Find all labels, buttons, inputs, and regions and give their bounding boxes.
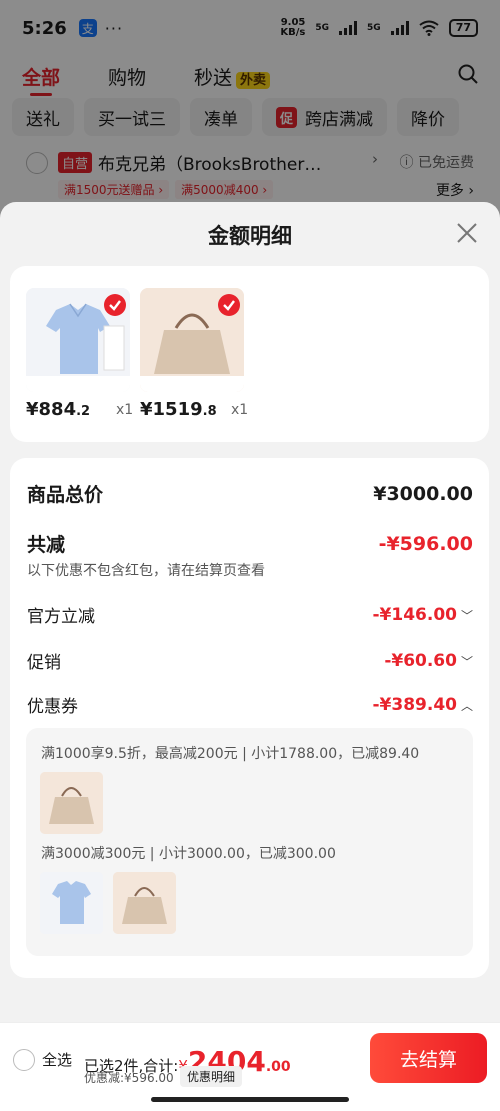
coupon-label: 优惠券 (27, 697, 78, 717)
home-indicator (151, 1097, 349, 1102)
total-row: 商品总价 ¥3000.00 (27, 480, 473, 507)
promotion-label: 促销 (27, 653, 61, 673)
checkout-bar: 全选 已选2件,合计:¥2404.00 优惠减:¥596.00 优惠明细 去结算 (0, 1022, 500, 1111)
coupon-rule-1: 满1000享9.5折，最高减200元 | 小计1788.00，已减89.40 (41, 746, 420, 762)
product-qty-bag: x1 (231, 402, 249, 418)
chevron-up-icon: ︿ (460, 698, 473, 713)
select-all-radio[interactable] (13, 1049, 35, 1071)
coupon-1-bag-thumb (40, 772, 103, 834)
amount-detail-sheet: 金额明细 ¥884.2 x1 ¥1519.8 x1 商品总价 ¥3000.00 … (0, 202, 500, 1111)
coupon-detail-box: 满1000享9.5折，最高减200元 | 小计1788.00，已减89.40 满… (26, 728, 473, 956)
reduce-label: 共减 (27, 534, 66, 556)
close-icon[interactable] (456, 222, 478, 244)
amount-detail-card: 商品总价 ¥3000.00 共减 -¥596.00 以下优惠不包含红包，请在结算… (10, 458, 489, 978)
total-label: 商品总价 (27, 484, 104, 506)
sheet-title: 金额明细 (208, 224, 292, 248)
promotion-row[interactable]: 促销 -¥60.60 ﹀ (27, 648, 473, 674)
promotion-value: -¥60.60 ﹀ (384, 650, 473, 671)
official-discount-value: -¥146.00 ﹀ (372, 604, 473, 625)
coupon-2-shirt-thumb (40, 872, 103, 934)
official-discount-label: 官方立减 (27, 607, 95, 627)
checkout-button[interactable]: 去结算 (370, 1033, 487, 1083)
official-discount-row[interactable]: 官方立减 -¥146.00 ﹀ (27, 602, 473, 628)
chevron-down-icon: ﹀ (460, 654, 473, 669)
product-price-shirt: ¥884.2 (26, 399, 91, 420)
saved-amount: 优惠减:¥596.00 (84, 1071, 174, 1085)
chevron-down-icon: ﹀ (460, 608, 473, 623)
coupon-2-bag-thumb (113, 872, 176, 934)
total-value: ¥3000.00 (373, 482, 473, 505)
discount-detail-button[interactable]: 优惠明细 (180, 1066, 243, 1087)
products-card: ¥884.2 x1 ¥1519.8 x1 (10, 266, 489, 442)
product-image-bag[interactable] (140, 288, 244, 392)
product-qty-shirt: x1 (116, 402, 134, 418)
product-image-shirt[interactable] (26, 288, 130, 392)
product-price-bag: ¥1519.8 (140, 399, 217, 420)
reduce-value: -¥596.00 (378, 532, 473, 555)
coupon-rule-2: 满3000减300元 | 小计3000.00，已减300.00 (41, 846, 336, 862)
selected-check-icon (104, 294, 126, 316)
reduce-row: 共减 -¥596.00 (27, 530, 473, 557)
select-all-label[interactable]: 全选 (42, 1049, 72, 1070)
discount-note: 以下优惠不包含红包，请在结算页查看 (27, 563, 265, 579)
selected-check-icon (218, 294, 240, 316)
coupon-value: -¥389.40 ︿ (372, 694, 473, 715)
coupon-row[interactable]: 优惠券 -¥389.40 ︿ (27, 692, 473, 718)
